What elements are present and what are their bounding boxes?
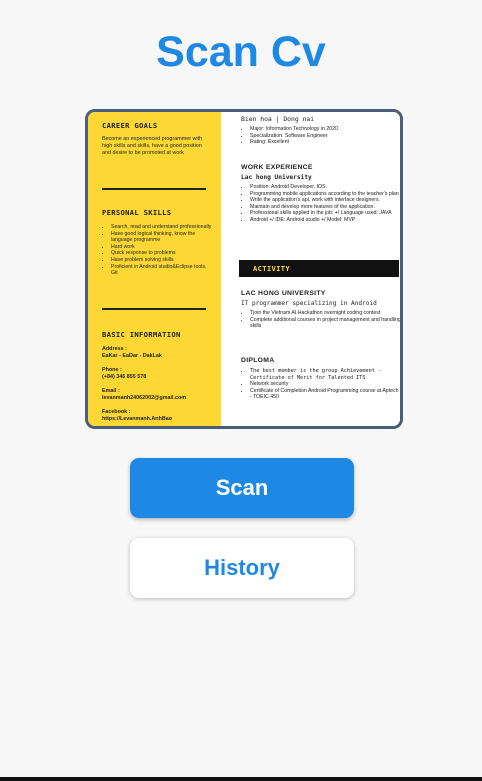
education-top-section: Bien hoa | Dong nai Major: Information T…	[241, 115, 400, 146]
top-list: Major: Information Technology in 2020 Sp…	[241, 126, 400, 146]
list-item: Android +/ IDE: Android studio +/ Model:…	[250, 217, 400, 224]
work-list: Position: Android Developer, IOS Program…	[241, 184, 400, 224]
address-label: Address :	[102, 346, 127, 352]
list-item: Certificate of Completion Android Progra…	[250, 388, 400, 401]
lac-hong-subheading: IT programmer specializing in Android	[241, 300, 377, 307]
scan-button[interactable]: Scan	[130, 458, 354, 518]
activity-banner: ACTIVITY	[239, 260, 399, 277]
list-item: Maintain and develop more features of th…	[250, 204, 400, 211]
diploma-section: DIPLOMA The best member is the group Ach…	[241, 357, 400, 401]
list-item: Complete additional courses in project m…	[250, 317, 400, 330]
list-item: Programming mobile applications accordin…	[250, 191, 400, 198]
career-goals-heading: CAREER GOALS	[102, 121, 158, 130]
history-button[interactable]: History	[130, 538, 354, 598]
list-item: Write the application's api, work with i…	[250, 197, 400, 204]
list-item: Hard work	[111, 244, 212, 251]
list-item: Proficient in Android studio&Eclipse too…	[111, 264, 212, 277]
address-value: EaKar - EaDar - DakLak	[102, 353, 162, 359]
personal-skills-list: Search, read and understand professional…	[102, 224, 212, 277]
personal-skills-section: PERSONAL SKILLS Search, read and underst…	[102, 208, 212, 277]
phone-label: Phone :	[102, 367, 122, 373]
list-item: The best member is the group Achievement…	[250, 368, 400, 381]
divider	[102, 188, 206, 190]
basic-information-heading: BASIC INFORMATION	[102, 330, 181, 339]
page-title: Scan Cv	[156, 28, 326, 76]
bottom-edge	[0, 777, 482, 781]
basic-information-section: BASIC INFORMATION Address : EaKar - EaDa…	[102, 330, 212, 423]
list-item: Have problem solving skills	[111, 257, 212, 264]
list-item: Specialization: Software Engineer	[250, 133, 400, 140]
work-experience-section: WORK EXPERIENCE Lac hong University Posi…	[241, 164, 400, 224]
cv-right-column: Bien hoa | Dong nai Major: Information T…	[221, 112, 400, 426]
list-item: Rating: Excellent	[250, 139, 400, 146]
work-experience-heading: WORK EXPERIENCE	[241, 164, 313, 171]
personal-skills-heading: PERSONAL SKILLS	[102, 208, 172, 217]
lac-hong-heading: LAC HONG UNIVERSITY	[241, 290, 326, 297]
career-goals-section: CAREER GOALS Become an experienced progr…	[102, 121, 212, 157]
lac-hong-list: Tjoin the Vietnam AI Hackathon overnight…	[241, 310, 400, 330]
list-item: Search, read and understand professional…	[111, 224, 212, 231]
facebook-value: https://Levanmanh.AnhBao	[102, 416, 173, 422]
divider	[102, 308, 206, 310]
diploma-list: The best member is the group Achievement…	[241, 368, 400, 401]
activity-heading: ACTIVITY	[253, 264, 291, 273]
phone-value: (+84) 346 855 578	[102, 374, 147, 380]
list-item: Network security	[250, 381, 400, 388]
list-item: Quick response to problems	[111, 250, 212, 257]
cv-preview-image: CAREER GOALS Become an experienced progr…	[85, 109, 403, 429]
cv-left-column: CAREER GOALS Become an experienced progr…	[88, 112, 221, 426]
list-item: Have good logical thinking, know the lan…	[111, 231, 212, 244]
work-company: Lac hong University	[241, 174, 312, 181]
diploma-heading: DIPLOMA	[241, 357, 275, 364]
list-item: Tjoin the Vietnam AI Hackathon overnight…	[250, 310, 400, 317]
email-value: levanmanh24062002@gmail.com	[102, 395, 187, 401]
list-item: Professional skills applied in the job: …	[250, 210, 400, 217]
list-item: Major: Information Technology in 2020	[250, 126, 400, 133]
email-label: Email :	[102, 388, 120, 394]
lac-hong-section: LAC HONG UNIVERSITY IT programmer specia…	[241, 290, 400, 330]
top-location: Bien hoa | Dong nai	[241, 115, 315, 123]
list-item: Position: Android Developer, IOS	[250, 184, 400, 191]
facebook-label: Facebook :	[102, 409, 131, 415]
career-goals-text: Become an experienced programmer with hi…	[102, 136, 203, 156]
